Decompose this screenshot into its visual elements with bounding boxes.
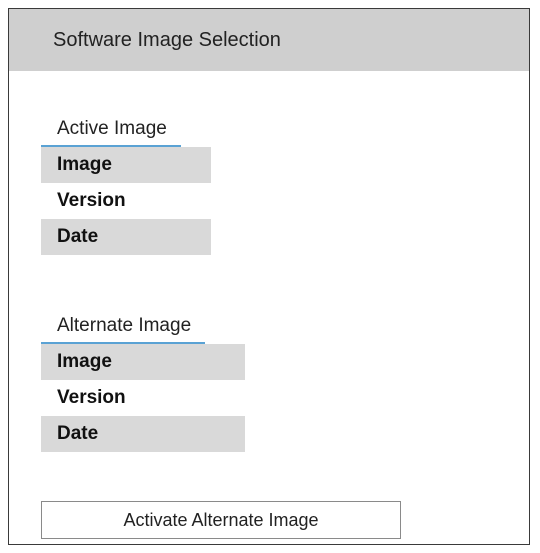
alternate-date-label: Date bbox=[41, 416, 245, 452]
alternate-image-title: Alternate Image bbox=[41, 310, 206, 344]
alternate-image-section: Alternate Image Image Version Date bbox=[41, 310, 245, 452]
active-image-title: Active Image bbox=[41, 113, 181, 147]
active-image-section: Active Image Image Version Date bbox=[41, 113, 211, 255]
page-title: Software Image Selection bbox=[53, 28, 281, 51]
software-image-panel: Software Image Selection Active Image Im… bbox=[8, 8, 530, 545]
active-version-label: Version bbox=[57, 190, 126, 211]
panel-header: Software Image Selection bbox=[9, 9, 529, 71]
active-image-label: Image bbox=[41, 147, 211, 183]
active-date-label: Date bbox=[41, 219, 211, 255]
activate-alternate-image-button[interactable]: Activate Alternate Image bbox=[41, 501, 401, 539]
alternate-version-label: Version bbox=[57, 387, 126, 408]
alternate-image-label: Image bbox=[41, 344, 245, 380]
